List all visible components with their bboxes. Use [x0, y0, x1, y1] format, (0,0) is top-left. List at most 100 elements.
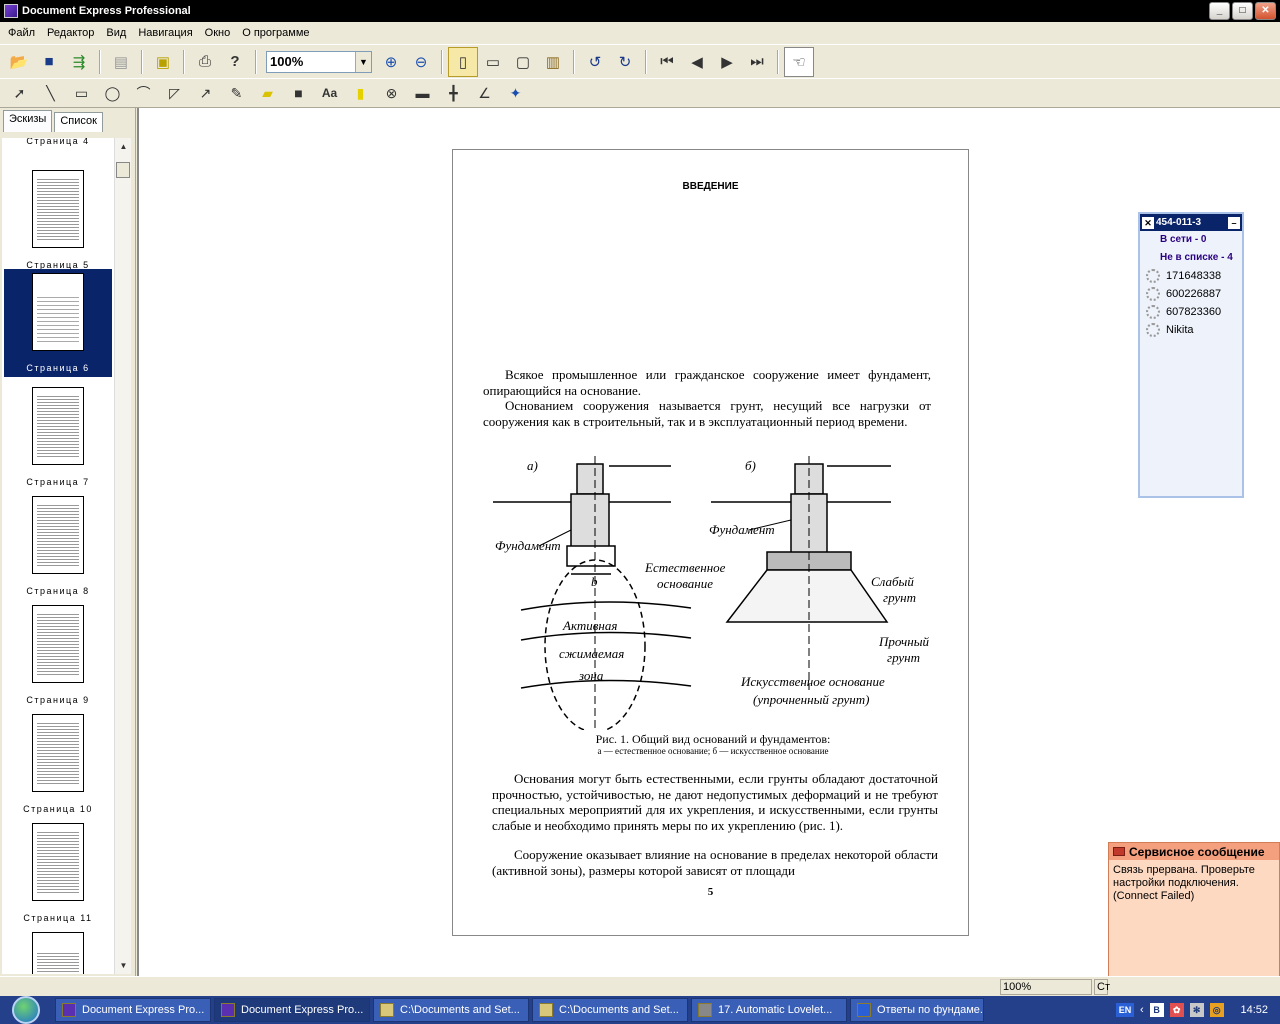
fit-page-icon[interactable]: ▯	[448, 46, 478, 77]
language-indicator[interactable]: EN	[1116, 1003, 1134, 1017]
next-page-icon[interactable]: ▶	[712, 47, 742, 77]
menu-window[interactable]: Окно	[199, 27, 237, 39]
group-offline[interactable]: Не в списке - 4	[1140, 249, 1242, 267]
close-button[interactable]: ✕	[1255, 2, 1276, 20]
icq-icon[interactable]: ✿	[1169, 1003, 1184, 1017]
scan-icon[interactable]: ⇶	[64, 47, 94, 77]
thumbnail-page-10[interactable]: Страница 10	[4, 710, 112, 818]
rotate-left-icon[interactable]: ↺	[580, 47, 610, 77]
hand-tool-icon[interactable]: ☜	[784, 46, 814, 77]
status-flower-icon	[1146, 269, 1160, 283]
last-page-icon[interactable]: ⏭	[742, 47, 772, 77]
label-a: а)	[527, 458, 538, 473]
thumbnail-page-6[interactable]: Страница 6	[4, 269, 112, 377]
prev-page-icon[interactable]: ◀	[682, 47, 712, 77]
taskbar-item[interactable]: C:\Documents and Set...	[532, 998, 688, 1022]
label-foundation-left: Фундамент	[495, 538, 561, 553]
group-online[interactable]: В сети - 0	[1140, 231, 1242, 249]
menu-view[interactable]: Вид	[100, 27, 132, 39]
taskbar-item[interactable]: 17. Automatic Lovelet...	[691, 998, 847, 1022]
thumbnail-page-12[interactable]	[4, 928, 112, 974]
bluetooth-icon[interactable]: B	[1149, 1003, 1164, 1017]
sticky-note-icon[interactable]: ▮	[345, 80, 376, 106]
stamp-icon[interactable]: ⊗	[376, 80, 407, 106]
thumbnail-list[interactable]: Страница 4 Страница 5 Страница 6 Страниц…	[2, 138, 114, 974]
pin-icon[interactable]: ✦	[500, 80, 531, 106]
status-page: Ст	[1094, 979, 1110, 995]
maximize-button[interactable]: □	[1232, 2, 1253, 20]
polygon-tool-icon[interactable]: ◸	[159, 80, 190, 106]
first-page-icon[interactable]: ⏮	[652, 47, 682, 77]
open-icon[interactable]: 📂	[4, 47, 34, 77]
thumbnail-scrollbar[interactable]: ▲ ▼	[114, 138, 131, 974]
zoom-select[interactable]: 100% ▼	[266, 50, 372, 73]
menu-file[interactable]: Файл	[2, 27, 41, 39]
select-arrow-icon[interactable]: ➚	[4, 80, 35, 106]
pen-tool-icon[interactable]: ✎	[221, 80, 252, 106]
folder-icon	[539, 1003, 553, 1017]
menu-navigation[interactable]: Навигация	[132, 27, 198, 39]
chevron-down-icon[interactable]: ▼	[355, 51, 371, 72]
print-icon[interactable]: ⎙	[190, 47, 220, 77]
angle-icon[interactable]: ∠	[469, 80, 500, 106]
start-button[interactable]	[0, 996, 52, 1024]
close-icon[interactable]: ✕	[1142, 216, 1154, 229]
service-message-popup[interactable]: Сервисное сообщение Связь прервана. Пров…	[1108, 842, 1280, 994]
thumbnail-page-8[interactable]: Страница 8	[4, 492, 112, 600]
save-icon[interactable]: ■	[34, 47, 64, 77]
ruler-icon[interactable]: ▬	[407, 80, 438, 106]
thumbnail-page-4[interactable]: Страница 4	[4, 138, 112, 150]
ellipse-tool-icon[interactable]: ◯	[97, 80, 128, 106]
taskbar-item[interactable]: Document Express Pro...	[214, 998, 370, 1022]
antivirus-icon[interactable]: ✻	[1189, 1003, 1204, 1017]
taskbar-item[interactable]: Document Express Pro...	[55, 998, 211, 1022]
account-id: 454-011-3	[1156, 217, 1202, 228]
contact-name: 171648338	[1166, 270, 1222, 282]
menu-about[interactable]: О программе	[236, 27, 315, 39]
contacts-panel: ✕ 454-011-3 – В сети - 0 Не в списке - 4…	[1138, 212, 1244, 498]
zoom-out-icon[interactable]: ⊖	[406, 47, 436, 77]
scroll-up-icon[interactable]: ▲	[115, 138, 132, 155]
minimize-icon[interactable]: –	[1228, 216, 1240, 229]
measure-icon[interactable]: ╋	[438, 80, 469, 106]
rectangle-tool-icon[interactable]: ▭	[66, 80, 97, 106]
polyline-tool-icon[interactable]: ⌒	[128, 80, 159, 106]
label-zone-1: Активная	[562, 618, 617, 633]
tab-thumbnails[interactable]: Эскизы	[3, 110, 53, 132]
thumbnail-page-7[interactable]: Страница 7	[4, 383, 112, 491]
paste-icon[interactable]: ▤	[106, 47, 136, 77]
rotate-right-icon[interactable]: ↻	[610, 47, 640, 77]
tab-list[interactable]: Список	[54, 112, 103, 132]
task-label: Document Express Pro...	[82, 1004, 205, 1016]
minimize-button[interactable]: _	[1209, 2, 1230, 20]
fit-width-icon[interactable]: ▭	[478, 47, 508, 77]
help-icon[interactable]: ?	[220, 47, 250, 77]
thumbnail-label: Страница 7	[26, 477, 90, 487]
contact-item[interactable]: 600226887	[1140, 285, 1242, 303]
thumbnail-page-9[interactable]: Страница 9	[4, 601, 112, 709]
export-icon[interactable]: ▣	[148, 47, 178, 77]
zoom-in-icon[interactable]: ⊕	[376, 47, 406, 77]
menu-editor[interactable]: Редактор	[41, 27, 100, 39]
taskbar-item[interactable]: C:\Documents and Set...	[373, 998, 529, 1022]
arrow-tool-icon[interactable]: ↗	[190, 80, 221, 106]
scrollbar-thumb[interactable]	[116, 162, 130, 178]
actual-size-icon[interactable]: ▢	[508, 47, 538, 77]
tray-expand-icon[interactable]: ‹	[1140, 1004, 1144, 1016]
taskbar-item[interactable]: Ответы по фундаме...	[850, 998, 984, 1022]
thumbnail-page-11[interactable]: Страница 11	[4, 819, 112, 927]
filled-rect-icon[interactable]: ■	[283, 80, 314, 106]
scroll-down-icon[interactable]: ▼	[115, 957, 132, 974]
page-layout-icon[interactable]: ▥	[538, 47, 568, 77]
app-icon	[4, 4, 18, 18]
status-flower-icon	[1146, 287, 1160, 301]
text-tool-icon[interactable]: Aa	[314, 80, 345, 106]
highlighter-icon[interactable]: ▰	[252, 80, 283, 106]
contact-item[interactable]: 171648338	[1140, 267, 1242, 285]
windows-logo-icon	[12, 996, 40, 1024]
network-icon[interactable]: ◎	[1209, 1003, 1224, 1017]
contact-item[interactable]: 607823360	[1140, 303, 1242, 321]
line-tool-icon[interactable]: ╲	[35, 80, 66, 106]
contact-item[interactable]: Nikita	[1140, 321, 1242, 339]
thumbnail-page-5[interactable]: Страница 5	[4, 166, 112, 274]
